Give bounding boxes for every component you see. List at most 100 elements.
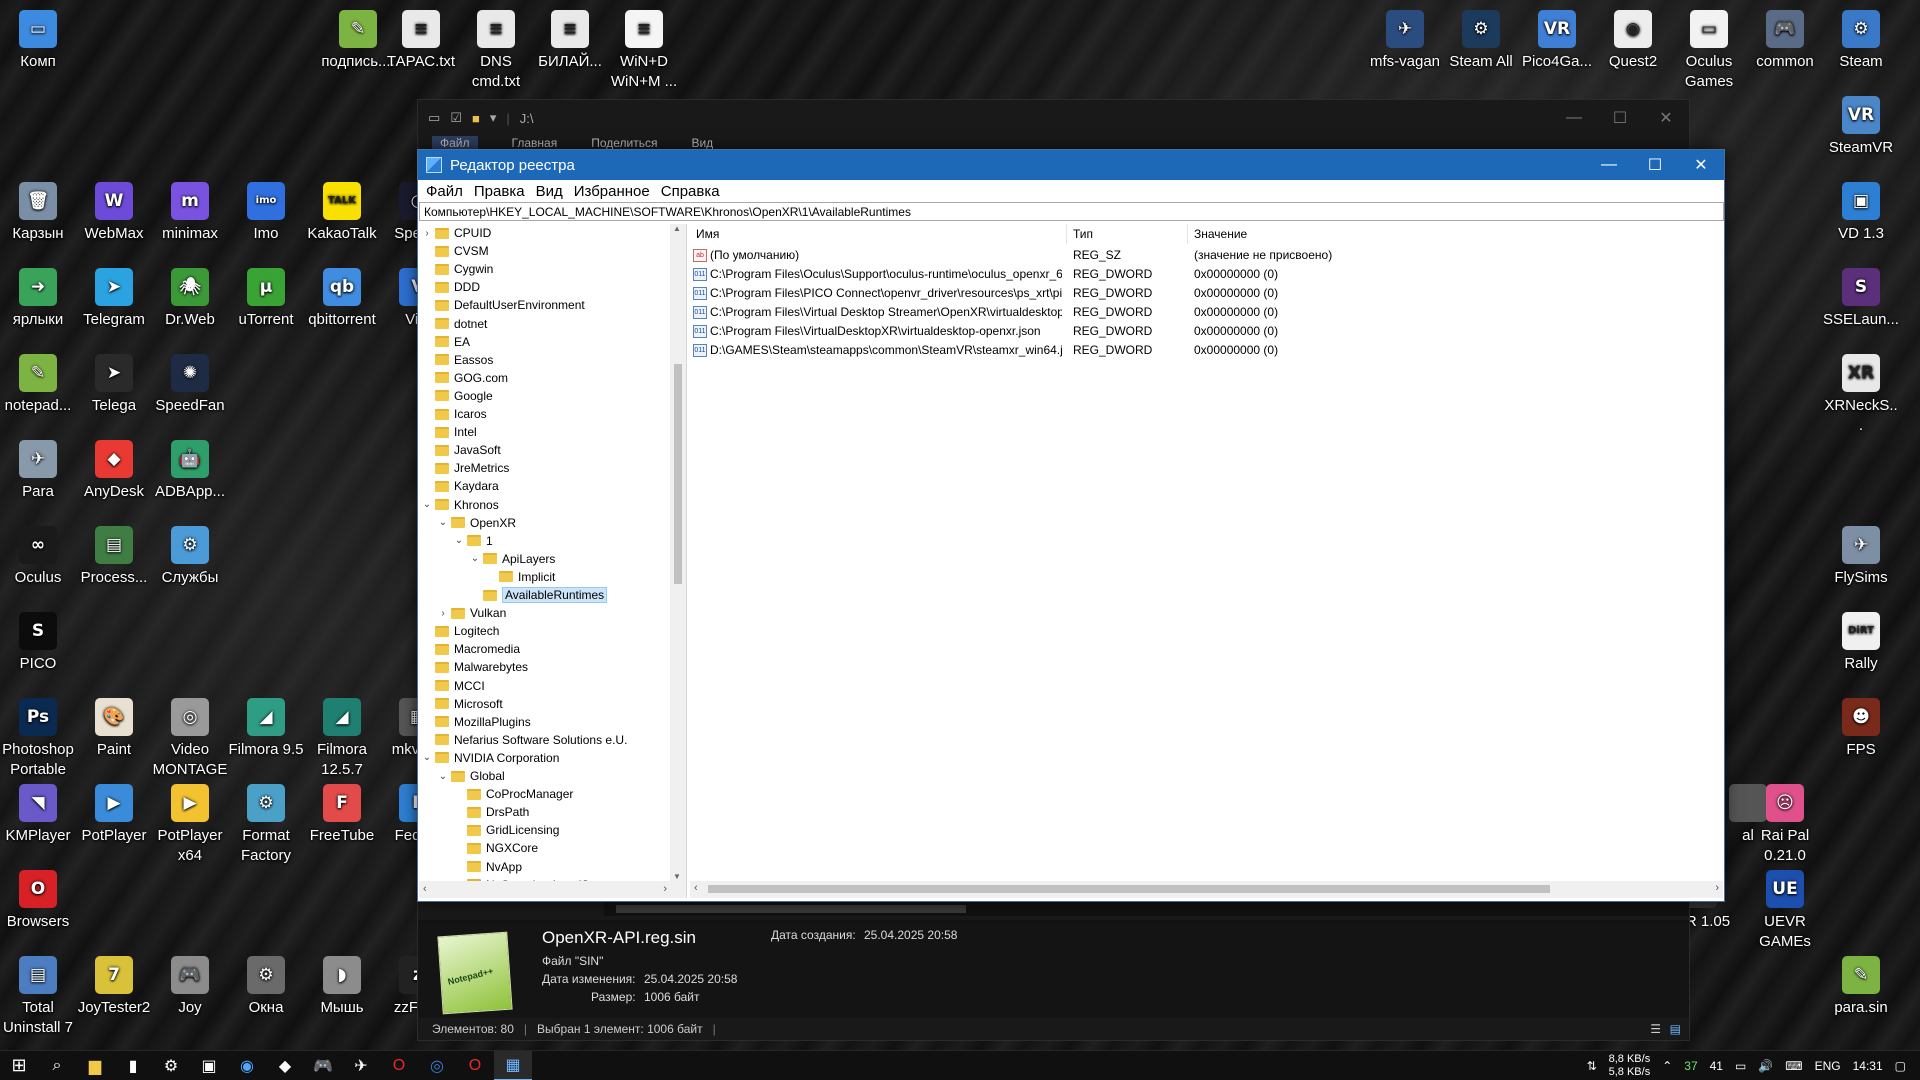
tree-node[interactable]: GridLicensing bbox=[453, 821, 559, 839]
desktop-shortcut[interactable]: ✎ para.sin bbox=[1823, 956, 1899, 1018]
desktop-shortcut[interactable]: ✈ Para bbox=[0, 440, 76, 502]
tree-node[interactable]: › CPUID bbox=[421, 224, 491, 242]
menu-view[interactable]: Вид bbox=[532, 183, 570, 200]
desktop-shortcut[interactable]: ▭ Oculus Games bbox=[1671, 10, 1747, 92]
volume-icon[interactable]: 🔊 bbox=[1758, 1059, 1773, 1073]
menu-help[interactable]: Справка bbox=[657, 183, 727, 200]
details-view-icon[interactable]: ☰ bbox=[1650, 1022, 1661, 1036]
desktop-shortcut[interactable]: O Browsers bbox=[0, 870, 76, 932]
tree-node[interactable]: Malwarebytes bbox=[421, 658, 528, 676]
tree-node[interactable]: Logitech bbox=[421, 622, 499, 640]
expand-chevron-icon[interactable]: › bbox=[421, 228, 433, 239]
tree-node[interactable]: Intel bbox=[421, 423, 477, 441]
collapse-chevron-icon[interactable]: ⌄ bbox=[437, 771, 449, 782]
language-indicator[interactable]: ENG bbox=[1815, 1059, 1841, 1073]
tree-node[interactable]: CVSM bbox=[421, 242, 489, 260]
desktop-shortcut[interactable]: ➜ ярлыки bbox=[0, 268, 76, 330]
tree-node[interactable]: GOG.com bbox=[421, 369, 508, 387]
tree-node[interactable]: Implicit bbox=[485, 568, 555, 586]
close-button[interactable]: ✕ bbox=[1643, 100, 1689, 136]
desktop-shortcut[interactable]: ≡ DNS cmd.txt bbox=[458, 10, 534, 92]
tree-node[interactable]: Cygwin bbox=[421, 260, 493, 278]
registry-values-list[interactable]: Имя Тип Значение ab (По умолчанию) REG_SZ (… bbox=[690, 224, 1723, 898]
tree-node[interactable]: Eassos bbox=[421, 351, 493, 369]
desktop-shortcut[interactable]: ◥ KMPlayer bbox=[0, 784, 76, 846]
desktop-shortcut[interactable]: ⚙ Окна bbox=[228, 956, 304, 1018]
desktop-shortcut[interactable]: ▶ PotPlayer bbox=[76, 784, 152, 846]
tree-node[interactable]: Google bbox=[421, 387, 493, 405]
scroll-down-icon[interactable]: ▼ bbox=[673, 872, 681, 881]
tab-file[interactable]: Файл bbox=[432, 136, 478, 150]
collapse-chevron-icon[interactable]: ⌄ bbox=[421, 499, 433, 510]
desktop-shortcut[interactable]: 🎮 Joy bbox=[152, 956, 228, 1018]
desktop-shortcut[interactable]: Ps Photoshop Portable bbox=[0, 698, 76, 780]
tree-node[interactable]: CoProcManager bbox=[453, 785, 573, 803]
desktop-shortcut[interactable]: ▤ Total Uninstall 7 bbox=[0, 956, 76, 1038]
desktop-shortcut[interactable]: ✈ FlySims bbox=[1823, 526, 1899, 588]
search-icon[interactable]: ⌕ bbox=[38, 1051, 76, 1080]
taskbar-file-explorer-icon[interactable]: ▆ bbox=[76, 1051, 114, 1080]
desktop-shortcut[interactable]: S SSELaun... bbox=[1823, 268, 1899, 330]
menu-edit[interactable]: Правка bbox=[470, 183, 532, 200]
desktop-shortcut[interactable]: 🤖 ADBApp... bbox=[152, 440, 228, 502]
taskbar-plane-icon[interactable]: ✈ bbox=[342, 1051, 380, 1080]
taskbar-regedit-icon[interactable]: ▦ bbox=[494, 1050, 532, 1080]
tree-node[interactable]: NGXCore bbox=[453, 839, 538, 857]
desktop-shortcut[interactable]: ⚙ Format Factory bbox=[228, 784, 304, 866]
taskbar-edge-icon[interactable]: ◉ bbox=[228, 1051, 266, 1080]
tree-node[interactable]: EA bbox=[421, 333, 470, 351]
taskbar-store-icon[interactable]: ▣ bbox=[190, 1051, 228, 1080]
desktop-shortcut[interactable]: DiRT Rally bbox=[1823, 612, 1899, 674]
desktop-shortcut[interactable]: ☹ Rai Pal 0.21.0 bbox=[1747, 784, 1823, 866]
desktop-shortcut[interactable]: ⚙ Steam bbox=[1823, 10, 1899, 72]
explorer-horizontal-scrollbar[interactable] bbox=[604, 902, 1689, 916]
taskbar-settings-icon[interactable]: ⚙ bbox=[152, 1051, 190, 1080]
desktop-shortcut[interactable]: ✺ SpeedFan bbox=[152, 354, 228, 416]
scroll-right-icon[interactable]: › bbox=[1715, 882, 1719, 894]
registry-value-row[interactable]: 011 C:\Program Files\Oculus\Support\oculu… bbox=[690, 265, 1723, 284]
maximize-button[interactable]: ☐ bbox=[1632, 150, 1678, 180]
tree-node[interactable]: JavaSoft bbox=[421, 441, 501, 459]
tree-node[interactable]: AvailableRuntimes bbox=[469, 586, 608, 604]
tree-vertical-scrollbar[interactable]: ▲ ▼ bbox=[670, 224, 686, 881]
scroll-up-icon[interactable]: ▲ bbox=[673, 224, 681, 233]
desktop-shortcut[interactable]: µ uTorrent bbox=[228, 268, 304, 330]
tree-node[interactable]: › Vulkan bbox=[437, 604, 506, 622]
maximize-button[interactable]: ☐ bbox=[1597, 100, 1643, 136]
taskbar-opera-gx-icon[interactable]: O bbox=[456, 1051, 494, 1080]
tree-node[interactable]: ⌄ 1 bbox=[453, 532, 493, 550]
tree-node[interactable]: DefaultUserEnvironment bbox=[421, 296, 585, 314]
desktop-shortcut[interactable]: ◢ Filmora 12.5.7 bbox=[304, 698, 380, 780]
desktop-shortcut[interactable]: 🗑 Карзын bbox=[0, 182, 76, 244]
desktop-shortcut[interactable]: imo Imo bbox=[228, 182, 304, 244]
desktop-shortcut[interactable]: 7 JoyTester2 bbox=[76, 956, 152, 1018]
desktop-shortcut[interactable]: ◉ Quest2 bbox=[1595, 10, 1671, 72]
desktop-shortcut[interactable]: 🎨 Paint bbox=[76, 698, 152, 760]
tree-node[interactable]: MCCI bbox=[421, 677, 485, 695]
registry-value-row[interactable]: 011 C:\Program Files\VirtualDesktopXR\vir… bbox=[690, 322, 1723, 341]
registry-value-row[interactable]: 011 D:\GAMES\Steam\steamapps\common\Steam… bbox=[690, 341, 1723, 360]
tree-node[interactable]: ⌄ Global bbox=[437, 767, 505, 785]
address-bar[interactable]: Компьютер\HKEY_LOCAL_MACHINE\SOFTWARE\Kh… bbox=[419, 202, 1724, 221]
registry-key-tree[interactable]: › CPUID CVSM Cygwin DDD DefaultUserEnvironmen… bbox=[419, 224, 687, 898]
tray-value-2[interactable]: 41 bbox=[1710, 1059, 1723, 1073]
tray-value-1[interactable]: 37 bbox=[1684, 1059, 1697, 1073]
desktop-shortcut[interactable]: 🎮 common bbox=[1747, 10, 1823, 72]
desktop-shortcut[interactable]: VR SteamVR bbox=[1823, 96, 1899, 158]
notifications-icon[interactable]: ▢ bbox=[1895, 1059, 1906, 1073]
desktop-shortcut[interactable]: F FreeTube bbox=[304, 784, 380, 846]
tree-node[interactable]: Microsoft bbox=[421, 695, 503, 713]
registry-editor-window[interactable]: Редактор реестра — ☐ ✕ Файл Правка Вид И… bbox=[417, 149, 1725, 902]
tree-node[interactable]: NvApp bbox=[453, 858, 522, 876]
minimize-button[interactable]: — bbox=[1586, 150, 1632, 180]
values-horizontal-scrollbar[interactable]: ‹ › bbox=[690, 881, 1723, 898]
taskbar-opera-icon[interactable]: O bbox=[380, 1051, 418, 1080]
scroll-left-icon[interactable]: ‹ bbox=[423, 883, 427, 895]
desktop-shortcut[interactable]: ◢ Filmora 9.5 bbox=[228, 698, 304, 760]
tree-node[interactable]: Nefarius Software Solutions e.U. bbox=[421, 731, 627, 749]
desktop-shortcut[interactable]: ⚙ Steam All bbox=[1443, 10, 1519, 72]
tree-node[interactable]: Icaros bbox=[421, 405, 487, 423]
desktop-shortcut[interactable]: ≡ ТАРАС.txt bbox=[383, 10, 459, 72]
scroll-right-icon[interactable]: › bbox=[663, 883, 667, 895]
tree-node[interactable]: JreMetrics bbox=[421, 459, 509, 477]
